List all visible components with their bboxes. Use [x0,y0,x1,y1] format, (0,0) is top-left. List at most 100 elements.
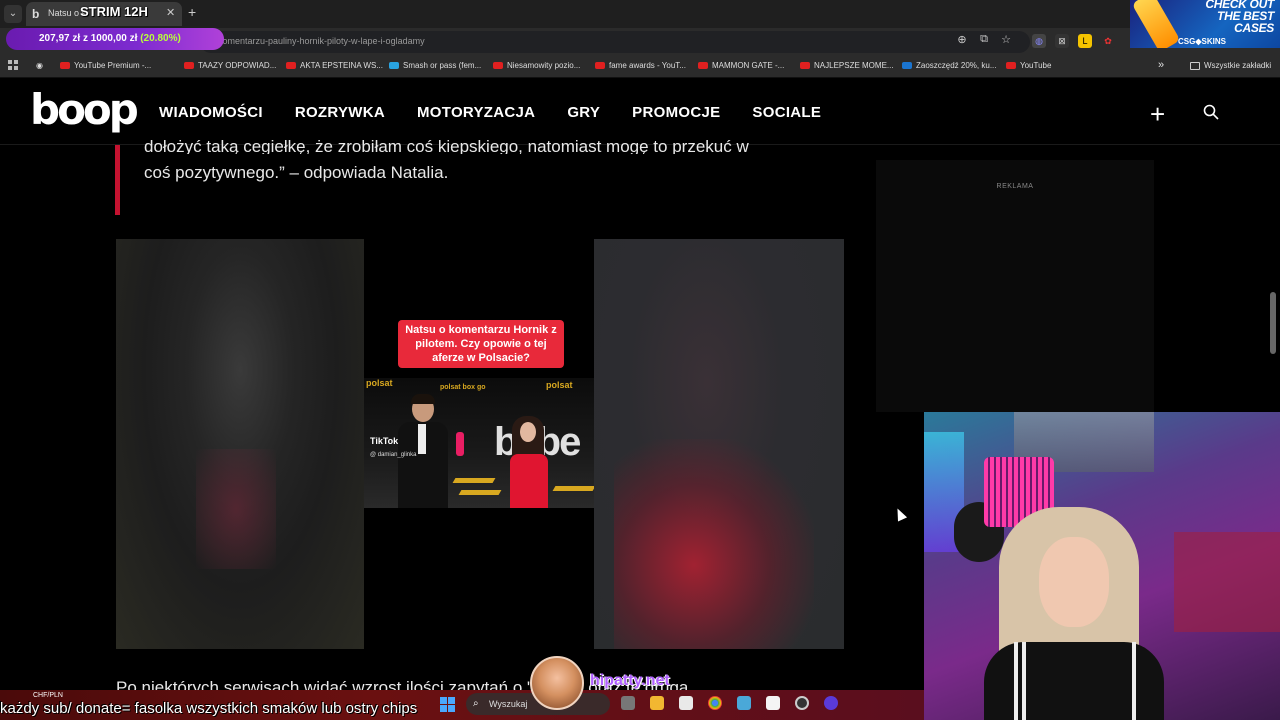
bookmark-star-icon[interactable]: ☆ [999,33,1013,46]
bookmark-item[interactable]: Niesamowity pozio... [493,61,580,70]
omnibox-actions: ⊕ ⧉ ☆ [955,33,1013,46]
interviewee-figure [504,416,554,508]
donation-goal-bar: 207,97 zł z 1000,00 zł (20.80%) [6,28,224,50]
nav-item-sociale[interactable]: SOCIALE [752,104,821,121]
youtube-icon [1006,62,1016,69]
bookmark-label: AKTA EPSTEINA WS... [300,61,383,70]
nav-item-promocje[interactable]: PROMOCJE [632,104,720,121]
bookmark-label: Smash or pass (fem... [403,61,482,70]
backdrop-logo: polsat [546,380,573,390]
quote-line: coś pozytywnego.” – odpowiada Natalia. [144,163,449,182]
obs-icon[interactable] [795,696,809,710]
bookmark-item[interactable]: MAMMON GATE -... [698,61,784,70]
site-logo[interactable]: boop [30,85,139,134]
bookmark-item[interactable]: TAAZY ODPOWIAD... [184,61,276,70]
bookmark-label: YouTube [1020,61,1052,70]
store-icon[interactable] [679,696,693,710]
nav-item-motoryzacja[interactable]: MOTORYZACJA [417,104,535,121]
bookmark-label: Niesamowity pozio... [507,61,581,70]
extension-icon[interactable]: ✿ [1101,34,1115,48]
blurred-video-background [594,239,844,649]
youtube-icon [800,62,810,69]
bookmark-item[interactable]: NAJLEPSZE MOME... [800,61,894,70]
youtube-icon [286,62,296,69]
install-app-icon[interactable]: ⧉ [977,33,991,46]
youtube-icon [60,62,70,69]
quote-line: dołożyć taką cegiełkę, że zrobiłam coś k… [144,137,749,154]
currency-widget[interactable]: CHF/PLN [15,692,63,699]
app-icon[interactable] [824,696,838,710]
bookmark-label: MAMMON GATE -... [712,61,785,70]
bookmarks-bar: ◉ YouTube Premium -... TAAZY ODPOWIAD...… [0,56,1280,78]
apps-grid-icon[interactable] [8,60,18,70]
bookmarks-overflow-icon[interactable]: » [1158,59,1164,71]
taskbar-search-label: Wyszukaj [489,699,528,709]
new-tab-icon[interactable]: + [188,4,196,20]
steam-icon [902,62,912,69]
search-icon[interactable] [1203,104,1219,120]
backdrop-stripe [552,486,594,491]
mouse-cursor-icon [892,506,908,522]
currency-label: CHF/PLN [33,692,63,699]
tiktok-watermark: TikTok [370,436,399,446]
streamer-webcam [924,412,1280,720]
ad-line: CASES [1234,21,1274,35]
donation-ticker: każdy sub/ donate= fasolka wszystkich sm… [0,700,418,717]
extension-icon[interactable]: ◍ [1032,34,1046,48]
donation-goal: 1000,00 zł [90,33,138,44]
main-nav: WIADOMOŚCI ROZRYWKA MOTORYZACJA GRY PROM… [159,104,821,121]
sidebar-ad[interactable]: REKLAMA [876,160,1154,412]
file-explorer-icon[interactable] [650,696,664,710]
all-bookmarks-folder[interactable]: Wszystkie zakładki [1190,61,1271,70]
streamer-avatar [530,656,584,710]
tiktok-handle: @ damian_glinka [370,452,417,458]
donation-amount: 207,97 zł [39,33,81,44]
backdrop-logo: polsat [366,378,393,388]
stream-ad-banner: CHECK OUT THE BEST CASES CSG◆SKINS [1130,0,1280,48]
extension-icon[interactable]: ⊠ [1055,34,1069,48]
bookmark-item[interactable]: Zaoszczędź 20%, ku... [902,61,996,70]
youtube-icon [184,62,194,69]
ad-label: REKLAMA [996,183,1034,190]
streamer-name: hipatty.net [590,672,670,689]
stream-title-overlay: STRIM 12H [80,4,148,19]
notepad-icon[interactable] [766,696,780,710]
chrome-logo-icon[interactable]: ◉ [36,61,43,70]
folder-icon [1190,61,1200,70]
extension-icon[interactable]: L [1078,34,1092,48]
url-text: komentarzu-pauliny-hornik-piloty-w-lape-… [218,36,425,46]
nav-item-rozrywka[interactable]: ROZRYWKA [295,104,385,121]
donation-percent: (20.80%) [140,33,181,44]
ad-brand: CSG◆SKINS [1178,37,1226,46]
backdrop-stripe [458,490,502,495]
blurred-video-background [116,239,364,649]
plus-icon[interactable]: + [1150,99,1165,130]
bookmark-label: fame awards - YouT... [609,61,686,70]
donation-separator: z [82,33,88,44]
page-scrollbar[interactable] [1270,292,1276,354]
site-icon [389,62,399,69]
windows-start-icon[interactable] [440,697,456,713]
bookmark-item[interactable]: YouTube Premium -... [60,61,151,70]
embedded-video[interactable]: Natsu o komentarzu Hornik z pilotem. Czy… [116,239,844,649]
tab-search-icon[interactable]: ⌄ [4,5,22,23]
bookmark-item[interactable]: YouTube [1006,61,1051,70]
nav-item-wiadomosci[interactable]: WIADOMOŚCI [159,104,263,121]
boop-favicon-icon: b [32,7,40,21]
search-icon: ⌕ [473,698,479,709]
url-field[interactable]: komentarzu-pauliny-hornik-piloty-w-lape-… [200,31,1030,53]
youtube-icon [493,62,503,69]
nav-item-gry[interactable]: GRY [567,104,600,121]
zoom-icon[interactable]: ⊕ [955,33,969,46]
bookmark-item[interactable]: Smash or pass (fem... [389,61,481,70]
knife-graphic [1131,0,1181,48]
backdrop-logo: polsat box go [440,384,486,391]
chrome-icon[interactable] [708,696,722,710]
bookmark-item[interactable]: AKTA EPSTEINA WS... [286,61,383,70]
task-view-icon[interactable] [621,696,635,710]
close-icon[interactable]: ✕ [166,6,175,19]
app-icon[interactable] [737,696,751,710]
video-frame: polsat polsat box go polsat bebe TikTok … [364,378,594,508]
youtube-icon [595,62,605,69]
bookmark-item[interactable]: fame awards - YouT... [595,61,686,70]
